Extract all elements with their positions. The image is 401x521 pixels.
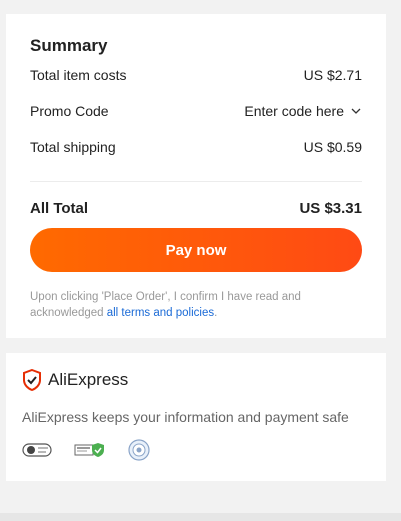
shipping-label: Total shipping [30,139,116,155]
certified-seal-icon [128,439,150,461]
total-label: All Total [30,200,89,217]
brand: AliExpress [22,369,128,391]
promo-code-dropdown[interactable]: Enter code here [244,103,362,119]
disclaimer-end: . [214,307,218,319]
shipping-value: US $0.59 [303,139,362,155]
total-value: US $3.31 [299,200,362,217]
payment-secure-icon [74,443,104,457]
brand-name: AliExpress [48,370,129,389]
item-costs-value: US $2.71 [303,67,362,83]
bottom-strip [0,513,401,521]
summary-title: Summary [30,36,108,55]
shield-check-icon [23,369,41,391]
shipping-row: Total shipping US $0.59 [30,139,362,159]
item-costs-row: Total item costs US $2.71 [30,67,362,87]
promo-code-row: Promo Code Enter code here [30,103,362,123]
security-badge-icon [22,443,52,457]
trust-message: AliExpress keeps your information and pa… [22,409,349,425]
security-badges [22,439,150,461]
item-costs-label: Total item costs [30,67,127,83]
total-row: All Total US $3.31 [30,200,362,220]
divider [30,181,362,182]
terms-link[interactable]: all terms and policies [107,307,214,319]
terms-disclaimer: Upon clicking 'Place Order', I confirm I… [30,289,350,321]
pay-now-button[interactable]: Pay now [30,228,362,272]
chevron-down-icon [351,108,361,114]
trust-card: AliExpress AliExpress keeps your informa… [6,353,386,481]
promo-code-placeholder: Enter code here [244,103,344,119]
promo-code-label: Promo Code [30,103,109,119]
order-summary-card: Summary Total item costs US $2.71 Promo … [6,14,386,338]
